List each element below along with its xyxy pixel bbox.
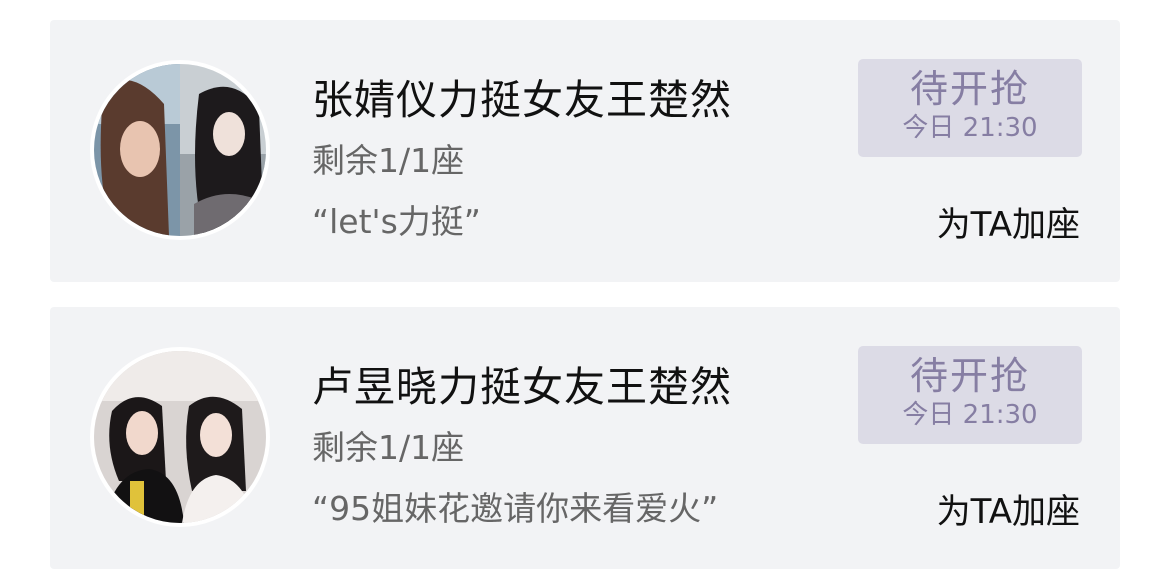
status-time: 今日 21:30 (902, 113, 1038, 143)
add-seat-link[interactable]: 为TA加座 (937, 484, 1080, 533)
status-label: 待开抢 (909, 354, 1030, 398)
remaining-seats: 剩余1/1座 (312, 141, 465, 180)
avatar[interactable] (90, 347, 270, 527)
avatar-photo-seaside (94, 64, 266, 236)
status-label: 待开抢 (909, 67, 1030, 111)
avatar[interactable] (90, 60, 270, 240)
card-quote: “let's力挺” (312, 202, 481, 241)
card-quote: “95姐妹花邀请你来看爱火” (312, 489, 719, 528)
seat-card[interactable]: 卢昱晓力挺女友王楚然 剩余1/1座 “95姐妹花邀请你来看爱火” 待开抢 今日 … (50, 307, 1120, 569)
pending-grab-button[interactable]: 待开抢 今日 21:30 (858, 59, 1082, 157)
card-title: 张婧仪力挺女友王楚然 (312, 76, 732, 124)
card-title: 卢昱晓力挺女友王楚然 (312, 363, 732, 411)
avatar-photo-duo (94, 351, 266, 523)
status-time: 今日 21:30 (902, 400, 1038, 430)
add-seat-link[interactable]: 为TA加座 (937, 197, 1080, 246)
seat-card-list: 张婧仪力挺女友王楚然 剩余1/1座 “let's力挺” 待开抢 今日 21:30… (0, 0, 1170, 578)
seat-card[interactable]: 张婧仪力挺女友王楚然 剩余1/1座 “let's力挺” 待开抢 今日 21:30… (50, 20, 1120, 282)
remaining-seats: 剩余1/1座 (312, 428, 465, 467)
pending-grab-button[interactable]: 待开抢 今日 21:30 (858, 346, 1082, 444)
